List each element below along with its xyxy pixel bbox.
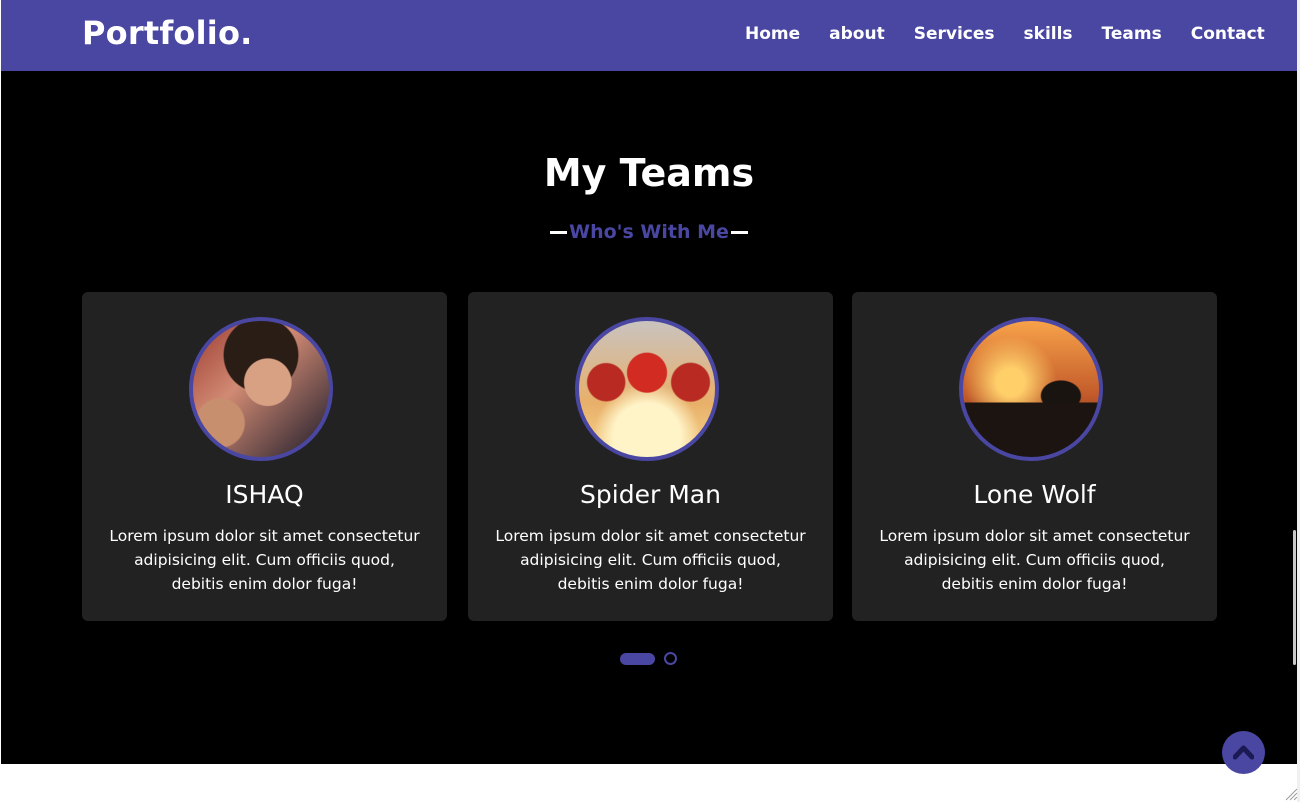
- resize-grip-icon[interactable]: [1284, 787, 1298, 801]
- member-name: ISHAQ: [225, 480, 304, 509]
- nav-link-contact[interactable]: Contact: [1191, 24, 1265, 44]
- team-card-spider-man: Spider Man Lorem ipsum dolor sit amet co…: [468, 292, 833, 621]
- member-name: Spider Man: [580, 480, 721, 509]
- team-card-ishaq: ISHAQ Lorem ipsum dolor sit amet consect…: [82, 292, 447, 621]
- member-description: Lorem ipsum dolor sit amet consectetur a…: [109, 527, 420, 593]
- page: Portfolio. Home about Services skills Te…: [0, 0, 1300, 802]
- nav-link-about[interactable]: about: [829, 24, 885, 44]
- teams-section: My Teams Who's With Me ISHAQ Lorem ipsum…: [1, 71, 1297, 764]
- page-scrollbar-thumb[interactable]: [1293, 530, 1296, 665]
- member-avatar: [959, 317, 1103, 461]
- pagination-dot-active[interactable]: [620, 652, 655, 665]
- navbar: Portfolio. Home about Services skills Te…: [1, 0, 1297, 71]
- member-description: Lorem ipsum dolor sit amet consectetur a…: [495, 527, 806, 593]
- nav-link-services[interactable]: Services: [914, 24, 995, 44]
- subtitle-dash-left: [550, 231, 568, 234]
- section-title: My Teams: [543, 151, 755, 195]
- carousel-pagination: [620, 652, 677, 665]
- nav-link-skills[interactable]: skills: [1024, 24, 1073, 44]
- team-card-lone-wolf: Lone Wolf Lorem ipsum dolor sit amet con…: [852, 292, 1217, 621]
- nav-menu: Home about Services skills Teams Contact: [745, 24, 1265, 44]
- nav-link-home[interactable]: Home: [745, 24, 800, 44]
- subtitle-text: Who's With Me: [569, 221, 729, 243]
- pagination-dot[interactable]: [664, 652, 677, 665]
- member-avatar: [575, 317, 719, 461]
- nav-link-teams[interactable]: Teams: [1102, 24, 1162, 44]
- member-name: Lone Wolf: [973, 480, 1096, 509]
- scroll-to-top-button[interactable]: [1222, 731, 1265, 774]
- member-description: Lorem ipsum dolor sit amet consectetur a…: [879, 527, 1190, 593]
- chevron-up-icon: [1233, 745, 1254, 760]
- subtitle-dash-right: [730, 231, 748, 234]
- section-subtitle: Who's With Me: [1, 221, 1297, 243]
- member-avatar: [189, 317, 333, 461]
- site-logo[interactable]: Portfolio.: [82, 14, 253, 52]
